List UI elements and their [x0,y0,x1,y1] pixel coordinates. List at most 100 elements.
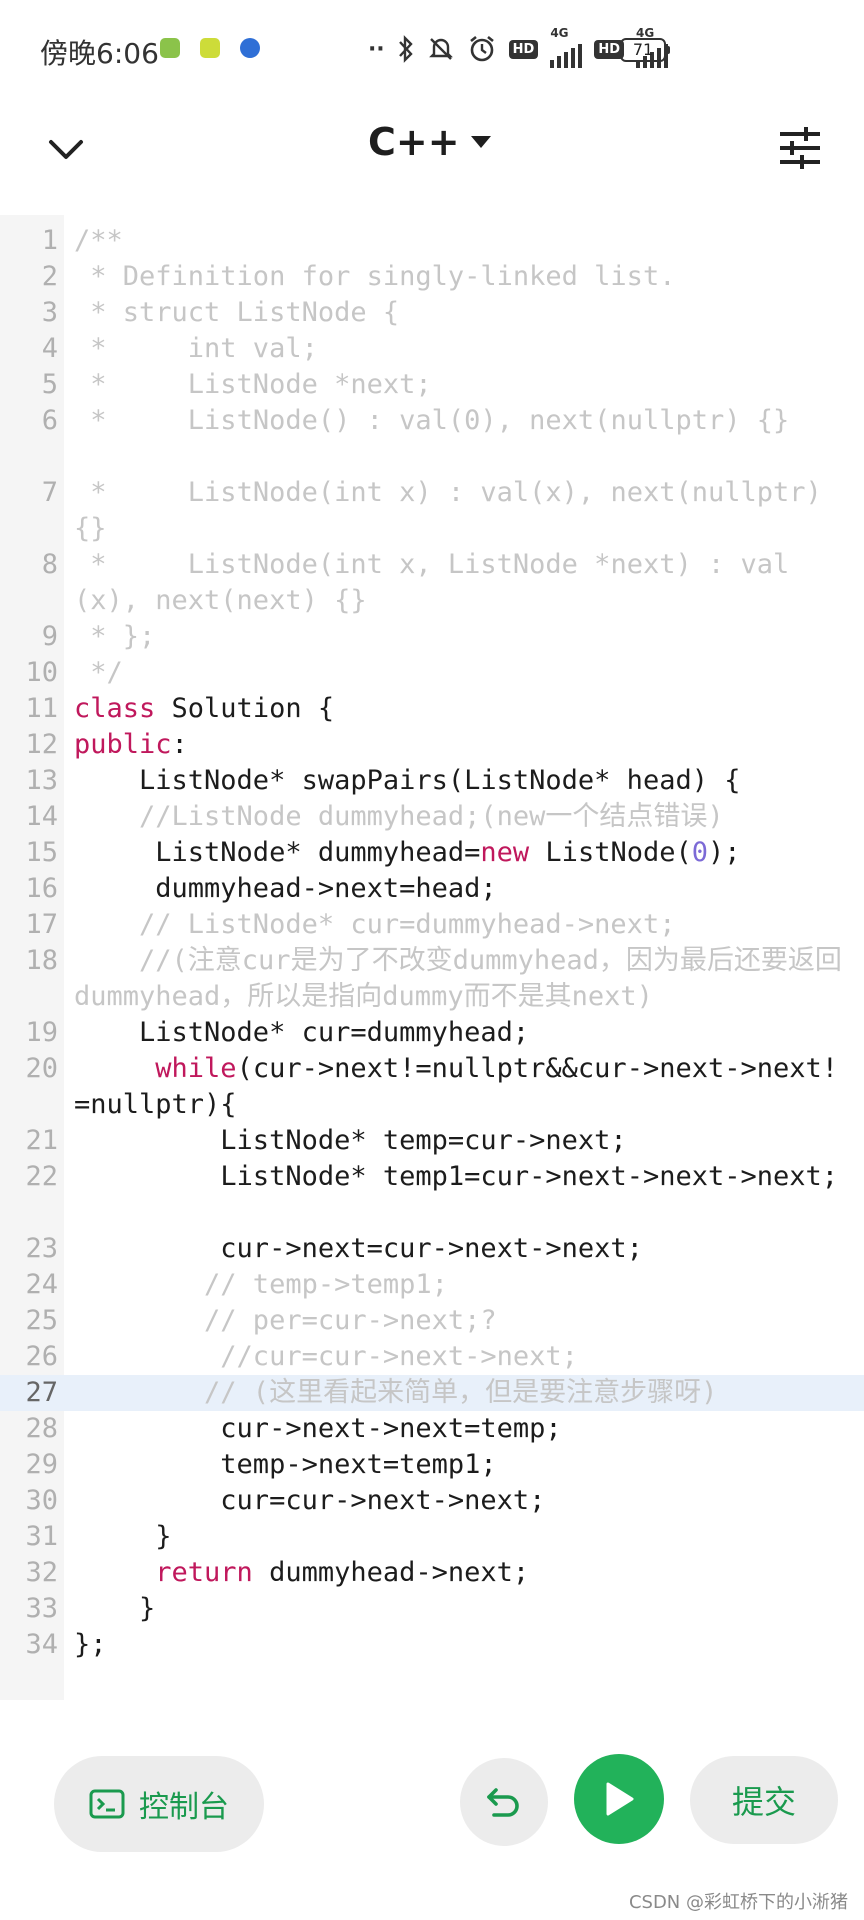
line-number: 11 [25,693,58,724]
code-text: * struct ListNode { [74,295,854,331]
undo-icon [487,1788,519,1817]
code-line[interactable]: 17 // ListNode* cur=dummyhead->next; [0,907,864,943]
line-number: 29 [25,1449,58,1480]
code-token: ListNode* temp=cur->next; [74,1125,627,1156]
code-token: } [74,1593,156,1624]
code-token: ListNode* cur=dummyhead; [74,1017,530,1048]
code-line[interactable]: 14 //ListNode dummyhead;(new一个结点错误) [0,799,864,835]
run-button[interactable] [574,1754,664,1844]
language-selector[interactable]: C++ [368,120,492,164]
code-text: ListNode* cur=dummyhead; [74,1015,854,1051]
app-notification-icon [240,38,260,58]
code-token: //cur=cur->next->next; [74,1341,578,1372]
code-line[interactable]: 33 } [0,1591,864,1627]
code-line[interactable]: 11 class Solution { [0,691,864,727]
submit-button[interactable]: 提交 [690,1756,838,1844]
code-line[interactable]: 26 //cur=cur->next->next; [0,1339,864,1375]
code-line[interactable]: 2 * Definition for singly-linked list. [0,259,864,295]
line-number: 25 [25,1305,58,1336]
code-token: : [171,729,188,760]
code-text: }; [74,1627,854,1663]
line-number: 17 [25,909,58,940]
code-line[interactable]: 9 * }; [0,619,864,655]
code-text: // ListNode* cur=dummyhead->next; [74,907,854,943]
code-text: * Definition for singly-linked list. [74,259,854,295]
code-line[interactable]: 3 * struct ListNode { [0,295,864,331]
code-text: /** [74,223,854,259]
code-line[interactable]: 8 * ListNode(int x, ListNode *next) : va… [0,547,864,619]
chevron-down-icon[interactable] [46,130,86,170]
line-number: 10 [25,657,58,688]
code-line[interactable]: 10 */ [0,655,864,691]
signal-strength-icon: 4G [550,26,583,68]
code-line[interactable]: 23 cur->next=cur->next->next; [0,1231,864,1267]
line-number: 23 [25,1233,58,1264]
line-number: 20 [25,1053,58,1084]
code-line[interactable]: 25 // per=cur->next;? [0,1303,864,1339]
code-line[interactable]: 19 ListNode* cur=dummyhead; [0,1015,864,1051]
code-line[interactable]: 24 // temp->temp1; [0,1267,864,1303]
code-token: Solution { [155,693,335,724]
line-number: 18 [25,945,58,976]
code-token: return [155,1557,253,1588]
code-text: * ListNode() : val(0), next(nullptr) {} [74,403,854,439]
code-line[interactable]: 16 dummyhead->next=head; [0,871,864,907]
code-token: }; [74,1629,107,1660]
code-line[interactable]: 27 // (这里看起来简单，但是要注意步骤呀) [0,1375,864,1411]
code-token: //ListNode dummyhead;(new一个结点错误) [74,801,724,832]
code-line[interactable]: 21 ListNode* temp=cur->next; [0,1123,864,1159]
undo-button[interactable] [460,1758,548,1846]
line-number: 28 [25,1413,58,1444]
code-line[interactable]: 20 while(cur->next!=nullptr&&cur->next->… [0,1051,864,1123]
code-token: ListNode* dummyhead= [74,837,481,868]
bluetooth-icon [398,35,413,63]
code-line[interactable]: 29 temp->next=temp1; [0,1447,864,1483]
line-number: 19 [25,1017,58,1048]
code-line[interactable]: 7 * ListNode(int x) : val(x), next(nullp… [0,475,864,547]
code-text: // (这里看起来简单，但是要注意步骤呀) [74,1375,854,1411]
battery-indicator: 71 [620,38,670,62]
code-line[interactable]: 15 ListNode* dummyhead=new ListNode(0); [0,835,864,871]
line-number: 27 [25,1377,58,1408]
code-text: public: [74,727,854,763]
code-line[interactable]: 32 return dummyhead->next; [0,1555,864,1591]
code-text: * ListNode(int x) : val(x), next(nullptr… [74,475,854,547]
code-token: while [155,1053,237,1084]
code-line[interactable]: 5 * ListNode *next; [0,367,864,403]
code-line[interactable]: 12 public: [0,727,864,763]
code-text: class Solution { [74,691,854,727]
code-line[interactable]: 28 cur->next->next=temp; [0,1411,864,1447]
code-token: * }; [74,621,156,652]
line-number: 33 [25,1593,58,1624]
code-text: * ListNode *next; [74,367,854,403]
line-number: 2 [41,261,58,292]
code-token: dummyhead->next=head; [74,873,497,904]
code-line[interactable]: 30 cur=cur->next->next; [0,1483,864,1519]
code-text: */ [74,655,854,691]
settings-sliders-icon[interactable] [778,126,822,170]
code-text: // per=cur->next;? [74,1303,854,1339]
code-line[interactable]: 6 * ListNode() : val(0), next(nullptr) {… [0,403,864,475]
code-line[interactable]: 31 } [0,1519,864,1555]
code-text: dummyhead->next=head; [74,871,854,907]
code-line[interactable]: 4 * int val; [0,331,864,367]
watermark: CSDN @彩虹桥下的小淅猪 [628,1892,848,1913]
code-text: ListNode* swapPairs(ListNode* head) { [74,763,854,799]
code-text: ListNode* temp1=cur->next->next->next; [74,1159,854,1195]
code-line[interactable]: 18 //(注意cur是为了不改变dummyhead，因为最后还要返回dummy… [0,943,864,1015]
code-text: } [74,1591,854,1627]
code-token: cur->next->next=temp; [74,1413,562,1444]
code-token: new [480,837,530,868]
language-label: C++ [368,120,460,164]
console-button[interactable]: 控制台 [54,1756,264,1852]
code-text: cur->next->next=temp; [74,1411,854,1447]
code-line[interactable]: 13 ListNode* swapPairs(ListNode* head) { [0,763,864,799]
code-editor[interactable]: 1/** 2 * Definition for singly-linked lis… [0,215,864,1700]
submit-label: 提交 [731,1783,796,1821]
code-line[interactable]: 22 ListNode* temp1=cur->next->next->next… [0,1159,864,1231]
code-line[interactable]: 34}; [0,1627,864,1663]
status-notification-icons [160,38,260,58]
code-token: 0 [691,837,708,868]
code-line[interactable]: 1 /** [0,223,864,259]
